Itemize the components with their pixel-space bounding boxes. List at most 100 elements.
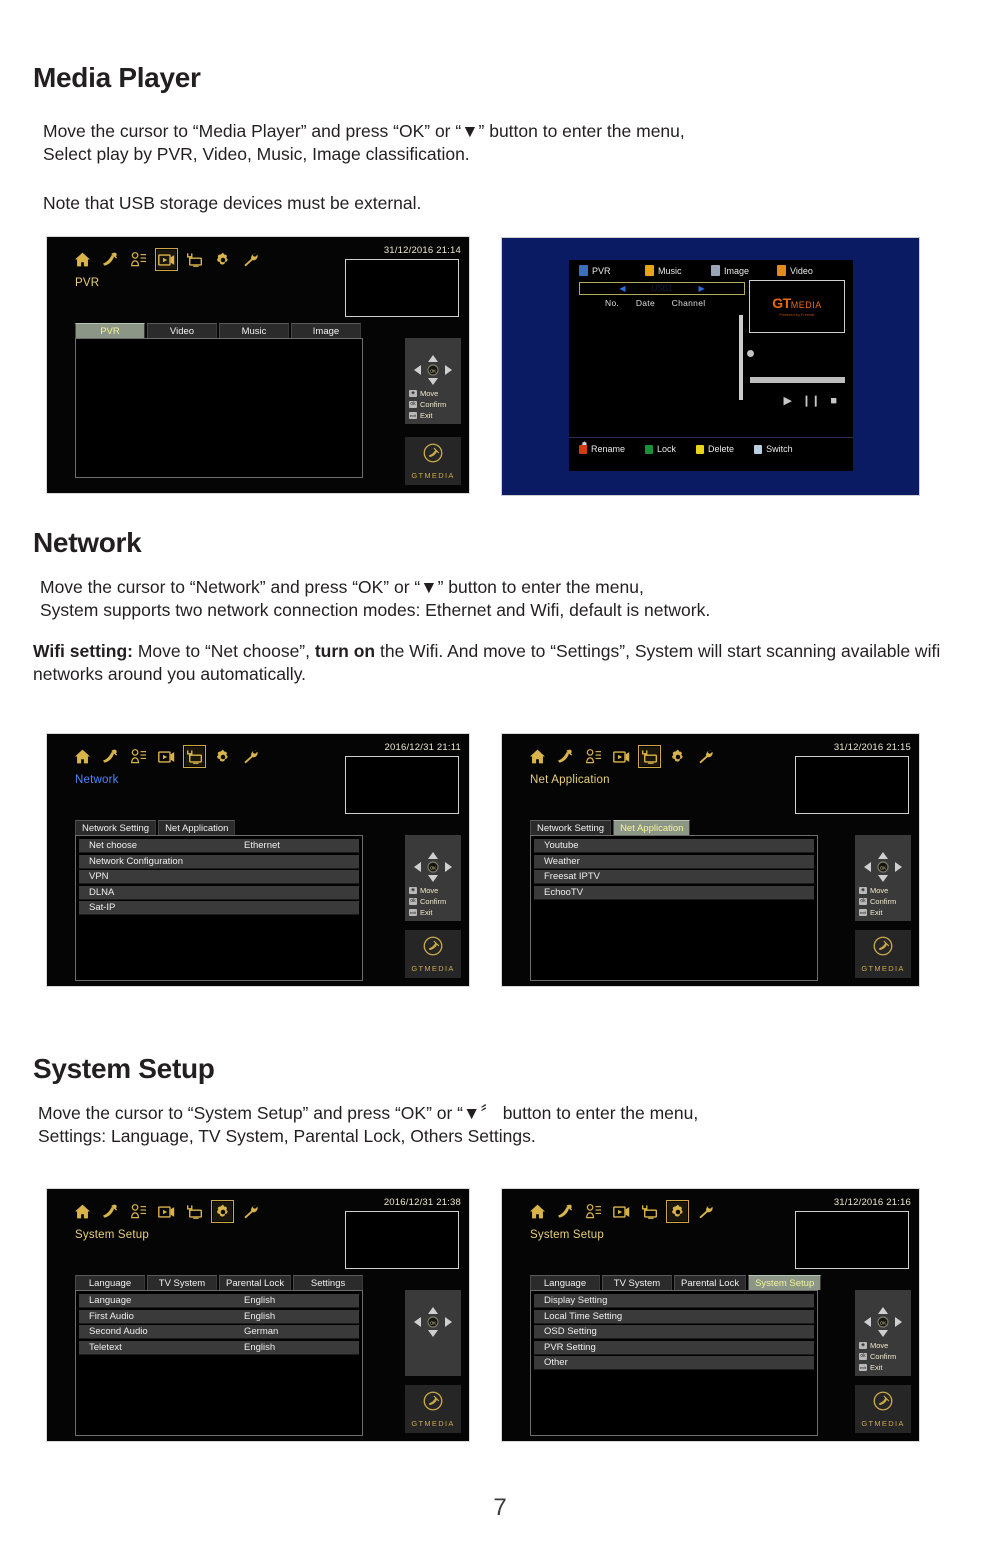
media-nav-video[interactable]: Video <box>777 265 843 276</box>
list-item[interactable]: PVR Setting <box>534 1340 814 1355</box>
gear-icon[interactable] <box>211 1200 234 1223</box>
wrench-icon[interactable] <box>696 747 715 766</box>
tab-pvr[interactable]: PVR <box>75 323 145 338</box>
stb-icon-bar[interactable] <box>528 745 715 768</box>
tab-language[interactable]: Language <box>75 1275 145 1290</box>
tab-tv-system[interactable]: TV System <box>602 1275 672 1290</box>
stb-list-box[interactable] <box>75 338 363 478</box>
home-icon[interactable] <box>73 250 92 269</box>
list-item[interactable]: Youtube <box>534 839 814 853</box>
satellite-dish-icon[interactable] <box>556 747 575 766</box>
media-player-icon[interactable] <box>612 747 631 766</box>
transport-controls[interactable]: ▶ ❙❙ ■ <box>783 394 837 408</box>
stb-icon-bar[interactable] <box>73 1200 260 1223</box>
home-icon[interactable] <box>528 1202 547 1221</box>
stb-list-box[interactable]: Net choose Ethernet Network Configuration V… <box>75 835 363 981</box>
stb-tab-row[interactable]: Language TV System Parental Lock System Set… <box>530 1275 822 1290</box>
list-item[interactable]: DLNA <box>79 885 359 900</box>
chevron-left-icon[interactable]: ◀ <box>619 284 625 293</box>
vertical-scrollbar[interactable] <box>739 315 743 400</box>
delete-button[interactable]: Delete <box>696 444 734 454</box>
list-item[interactable]: Network Configuration <box>79 854 359 869</box>
tab-image[interactable]: Image <box>291 323 361 338</box>
tab-network-setting[interactable]: Network Setting <box>530 820 612 835</box>
home-icon[interactable] <box>73 1202 92 1221</box>
list-item[interactable]: Sat-IP <box>79 901 359 915</box>
user-list-icon[interactable] <box>129 1202 148 1221</box>
dpad-icon[interactable]: OK <box>413 354 453 386</box>
list-item[interactable]: EchooTV <box>534 885 814 900</box>
list-item[interactable]: Teletext English <box>79 1340 359 1355</box>
user-list-icon[interactable] <box>584 747 603 766</box>
list-item[interactable]: Other <box>534 1356 814 1370</box>
network-monitor-icon[interactable] <box>185 1202 204 1221</box>
list-item[interactable]: Display Setting <box>534 1294 814 1308</box>
progress-bar[interactable] <box>750 377 845 383</box>
network-monitor-icon[interactable] <box>183 745 206 768</box>
home-icon[interactable] <box>73 747 92 766</box>
satellite-dish-icon[interactable] <box>101 1202 120 1221</box>
switch-button[interactable]: Switch <box>754 444 793 454</box>
dpad-icon[interactable]: OK <box>413 1306 453 1338</box>
tab-tv-system[interactable]: TV System <box>147 1275 217 1290</box>
tab-video[interactable]: Video <box>147 323 217 338</box>
satellite-dish-icon[interactable] <box>101 747 120 766</box>
lock-button[interactable]: Lock <box>645 444 676 454</box>
tab-language[interactable]: Language <box>530 1275 600 1290</box>
color-button-bar[interactable]: Rename Lock Delete Switch <box>569 437 853 471</box>
tab-parental-lock[interactable]: Parental Lock <box>219 1275 292 1290</box>
stb-icon-bar[interactable] <box>73 248 260 271</box>
wrench-icon[interactable] <box>241 250 260 269</box>
tab-system-setup[interactable]: System Setup <box>748 1275 822 1290</box>
media-nav-music[interactable]: Music <box>645 265 711 276</box>
rename-button[interactable]: Rename <box>579 444 625 454</box>
stb-icon-bar[interactable] <box>528 1200 715 1223</box>
tab-music[interactable]: Music <box>219 323 289 338</box>
dpad-icon[interactable]: OK <box>413 851 453 883</box>
stb-list-box[interactable]: Youtube Weather Freesat IPTV EchooTV <box>530 835 818 981</box>
stb-list-box[interactable]: Language English First Audio English Second … <box>75 1290 363 1436</box>
list-item[interactable]: Second Audio German <box>79 1325 359 1339</box>
satellite-dish-icon[interactable] <box>556 1202 575 1221</box>
network-monitor-icon[interactable] <box>638 745 661 768</box>
stb-tab-row[interactable]: PVR Video Music Image <box>75 323 361 338</box>
wrench-icon[interactable] <box>696 1202 715 1221</box>
satellite-dish-icon[interactable] <box>101 250 120 269</box>
gear-icon[interactable] <box>666 1200 689 1223</box>
list-item[interactable]: Freesat IPTV <box>534 870 814 884</box>
media-player-icon[interactable] <box>157 747 176 766</box>
gear-icon[interactable] <box>213 250 232 269</box>
network-monitor-icon[interactable] <box>185 250 204 269</box>
stb-icon-bar[interactable] <box>73 745 260 768</box>
media-player-icon[interactable] <box>612 1202 631 1221</box>
stb-tab-row[interactable]: Network Setting Net Application <box>75 820 236 835</box>
user-list-icon[interactable] <box>129 747 148 766</box>
tab-net-application[interactable]: Net Application <box>158 820 236 835</box>
chevron-right-icon[interactable]: ▶ <box>698 284 704 293</box>
list-item[interactable]: Net choose Ethernet <box>79 839 359 853</box>
media-nav-image[interactable]: Image <box>711 265 777 276</box>
media-type-nav[interactable]: PVR Music Image Video <box>579 265 843 276</box>
list-item[interactable]: Weather <box>534 854 814 869</box>
list-item[interactable]: VPN <box>79 870 359 884</box>
network-monitor-icon[interactable] <box>640 1202 659 1221</box>
user-list-icon[interactable] <box>129 250 148 269</box>
tab-network-setting[interactable]: Network Setting <box>75 820 157 835</box>
stb-list-box[interactable]: Display Setting Local Time Setting OSD Set… <box>530 1290 818 1436</box>
wrench-icon[interactable] <box>241 1202 260 1221</box>
play-icon[interactable]: ▶ <box>783 394 791 407</box>
list-item[interactable]: Local Time Setting <box>534 1309 814 1324</box>
list-item[interactable]: Language English <box>79 1294 359 1308</box>
stop-icon[interactable]: ■ <box>830 395 837 407</box>
stb-tab-row[interactable]: Language TV System Parental Lock Settings <box>75 1275 364 1290</box>
user-list-icon[interactable] <box>584 1202 603 1221</box>
storage-device-selector[interactable]: ◀ USB1 ▶ <box>579 282 745 295</box>
gear-icon[interactable] <box>668 747 687 766</box>
media-player-icon[interactable] <box>157 1202 176 1221</box>
list-item[interactable]: First Audio English <box>79 1309 359 1324</box>
media-nav-pvr[interactable]: PVR <box>579 265 645 276</box>
stb-tab-row[interactable]: Network Setting Net Application <box>530 820 691 835</box>
pause-icon[interactable]: ❙❙ <box>802 394 820 407</box>
list-item[interactable]: OSD Setting <box>534 1325 814 1339</box>
dpad-icon[interactable]: OK <box>863 1306 903 1338</box>
